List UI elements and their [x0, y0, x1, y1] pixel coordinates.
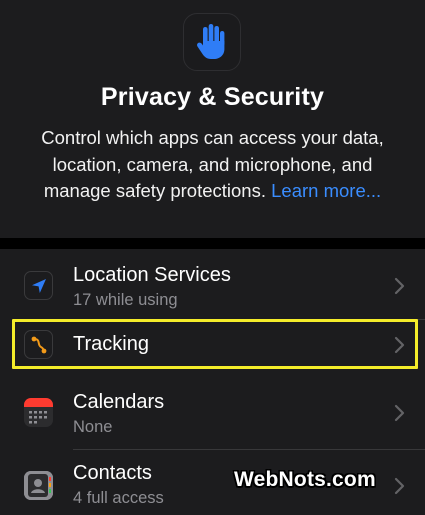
- privacy-app-icon: [183, 13, 241, 71]
- chevron-right-icon: [394, 404, 405, 422]
- raised-hand-icon: [197, 24, 225, 59]
- calendars-icon-tile: [24, 398, 53, 427]
- calendars-subtitle: None: [73, 418, 113, 436]
- location-services-label: Location Services: [73, 264, 231, 286]
- header-section: Privacy & Security Control which apps ca…: [0, 0, 425, 238]
- section-divider: [0, 238, 425, 249]
- page-title: Privacy & Security: [100, 83, 325, 111]
- location-services-icon-tile: [24, 271, 53, 300]
- chevron-right-icon: [394, 277, 405, 295]
- list-item-calendars[interactable]: Calendars None: [0, 377, 425, 449]
- watermark-text: WebNots.com: [234, 468, 376, 491]
- location-services-subtitle: 17 while using: [73, 291, 178, 309]
- contacts-label: Contacts: [73, 462, 152, 484]
- tracking-highlight-box: [12, 319, 418, 369]
- contacts-icon-tile: [24, 471, 53, 500]
- calendars-label: Calendars: [73, 391, 165, 413]
- contacts-icon: [24, 471, 53, 500]
- learn-more-link[interactable]: Learn more...: [271, 180, 381, 201]
- location-arrow-icon: [31, 278, 46, 293]
- calendar-icon: [24, 398, 53, 424]
- contacts-subtitle: 4 full access: [73, 489, 164, 507]
- chevron-right-icon: [394, 477, 405, 495]
- list-item-location-services[interactable]: Location Services 17 while using: [0, 250, 425, 320]
- page-description: Control which apps can access your data,…: [30, 125, 395, 205]
